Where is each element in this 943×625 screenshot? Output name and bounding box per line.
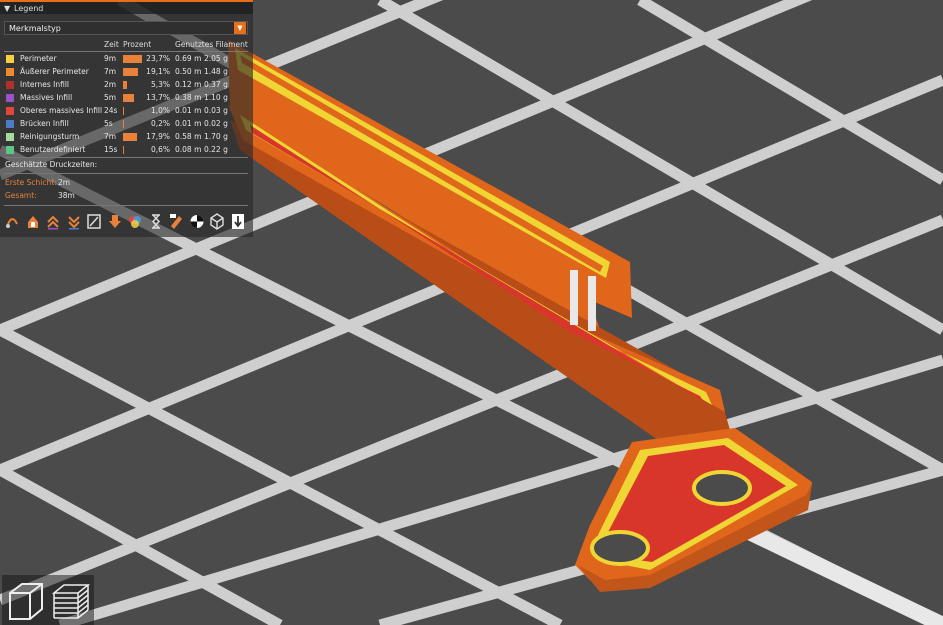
retractions-icon[interactable] — [45, 212, 61, 230]
feature-grams: 1.70 g — [204, 132, 228, 141]
feature-meters: 0.08 m — [175, 145, 202, 154]
feature-percent: 1,0% — [150, 106, 170, 115]
feature-percent: 0,6% — [150, 145, 170, 154]
percent-bar — [123, 133, 137, 141]
feature-grams: 1.10 g — [204, 93, 228, 102]
color-swatch — [6, 94, 14, 102]
feature-time: 7m — [104, 132, 117, 141]
feature-meters: 0.50 m — [175, 67, 202, 76]
legend-options-toolbar — [4, 212, 250, 232]
feature-meters: 0.69 m — [175, 54, 202, 63]
first-layer-value: 2m — [58, 178, 71, 187]
feature-percent: 0,2% — [150, 119, 170, 128]
center-of-gravity-icon[interactable] — [189, 212, 205, 230]
color-swatch — [6, 68, 14, 76]
estimated-times-label: Geschätzte Druckzeiten: — [5, 160, 98, 169]
total-value: 38m — [58, 191, 75, 200]
wipe-icon[interactable] — [25, 212, 41, 230]
collapse-triangle-icon[interactable]: ▼ — [4, 4, 10, 13]
legend-row[interactable]: Internes Infill 2m 5,3% 0.12 m 0.37 g — [0, 79, 253, 92]
feature-meters: 0.01 m — [175, 106, 202, 115]
percent-bar — [123, 94, 134, 102]
divider — [4, 173, 248, 174]
tool-marker-icon[interactable] — [230, 212, 246, 230]
feature-name: Äußerer Perimeter — [20, 67, 89, 76]
feature-percent: 19,1% — [146, 67, 170, 76]
feature-percent: 17,9% — [146, 132, 170, 141]
feature-name: Brücken Infill — [20, 119, 69, 128]
feature-percent: 13,7% — [146, 93, 170, 102]
color-swatch — [6, 55, 14, 63]
legend-row[interactable]: Perimeter 9m 23,7% 0.69 m 2.05 g — [0, 53, 253, 66]
feature-percent: 5,3% — [150, 80, 170, 89]
feature-time: 5m — [104, 93, 117, 102]
feature-grams: 0.22 g — [204, 145, 228, 154]
percent-bar — [123, 107, 124, 115]
first-layer-label: Erste Schicht: — [5, 178, 57, 187]
deretractions-icon[interactable] — [66, 212, 82, 230]
tool-changes-icon[interactable] — [107, 212, 123, 230]
percent-bar — [123, 120, 124, 128]
travel-icon[interactable] — [4, 212, 20, 230]
total-label: Gesamt: — [5, 191, 37, 200]
feature-meters: 0.58 m — [175, 132, 202, 141]
feature-grams: 0.03 g — [204, 106, 228, 115]
column-used-filament: Genutztes Filament — [175, 40, 248, 49]
3d-view-icon[interactable] — [4, 579, 46, 623]
percent-bar — [123, 81, 127, 89]
view-type-value: Merkmalstyp — [9, 24, 61, 33]
legend-panel: ▼ Legend Merkmalstyp ▼ Zeit Prozent Genu… — [0, 0, 253, 237]
color-changes-icon[interactable] — [127, 212, 143, 230]
custom-gcode-icon[interactable] — [168, 212, 184, 230]
column-time: Zeit — [104, 40, 119, 49]
feature-name: Benutzerdefiniert — [20, 145, 86, 154]
pause-icon[interactable] — [148, 212, 164, 230]
feature-time: 24s — [104, 106, 118, 115]
shells-icon[interactable] — [209, 212, 225, 230]
feature-name: Reinigungsturm — [20, 132, 80, 141]
feature-meters: 0.01 m — [175, 119, 202, 128]
color-swatch — [6, 120, 14, 128]
feature-meters: 0.38 m — [175, 93, 202, 102]
feature-time: 2m — [104, 80, 117, 89]
legend-row[interactable]: Reinigungsturm 7m 17,9% 0.58 m 1.70 g — [0, 131, 253, 144]
feature-grams: 0.02 g — [204, 119, 228, 128]
color-swatch — [6, 107, 14, 115]
color-swatch — [6, 81, 14, 89]
color-swatch — [6, 146, 14, 154]
layers-view-icon[interactable] — [50, 579, 92, 623]
legend-row[interactable]: Benutzerdefiniert 15s 0,6% 0.08 m 0.22 g — [0, 144, 253, 157]
feature-meters: 0.12 m — [175, 80, 202, 89]
legend-header[interactable]: ▼ Legend — [0, 0, 253, 14]
feature-percent: 23,7% — [146, 54, 170, 63]
feature-time: 9m — [104, 54, 117, 63]
feature-name: Oberes massives Infill — [20, 106, 103, 115]
divider — [4, 205, 248, 206]
color-swatch — [6, 133, 14, 141]
legend-row[interactable]: Massives Infill 5m 13,7% 0.38 m 1.10 g — [0, 92, 253, 105]
feature-grams: 0.37 g — [204, 80, 228, 89]
feature-time: 7m — [104, 67, 117, 76]
legend-row[interactable]: Brücken Infill 5s 0,2% 0.01 m 0.02 g — [0, 118, 253, 131]
view-mode-buttons — [2, 575, 94, 625]
feature-time: 5s — [104, 119, 113, 128]
legend-row[interactable]: Oberes massives Infill 24s 1,0% 0.01 m 0.03 … — [0, 105, 253, 118]
feature-time: 15s — [104, 145, 118, 154]
dropdown-arrow-icon[interactable]: ▼ — [234, 22, 246, 34]
seams-icon[interactable] — [86, 212, 102, 230]
view-type-dropdown[interactable]: Merkmalstyp ▼ — [4, 21, 248, 35]
feature-name: Internes Infill — [20, 80, 69, 89]
legend-title: Legend — [14, 4, 44, 13]
feature-grams: 1.48 g — [204, 67, 228, 76]
feature-name: Perimeter — [20, 54, 57, 63]
feature-name: Massives Infill — [20, 93, 73, 102]
feature-grams: 2.05 g — [204, 54, 228, 63]
percent-bar — [123, 146, 124, 154]
legend-row[interactable]: Äußerer Perimeter 7m 19,1% 0.50 m 1.48 g — [0, 66, 253, 79]
divider — [4, 51, 248, 52]
column-percent: Prozent — [123, 40, 152, 49]
divider — [4, 157, 248, 158]
